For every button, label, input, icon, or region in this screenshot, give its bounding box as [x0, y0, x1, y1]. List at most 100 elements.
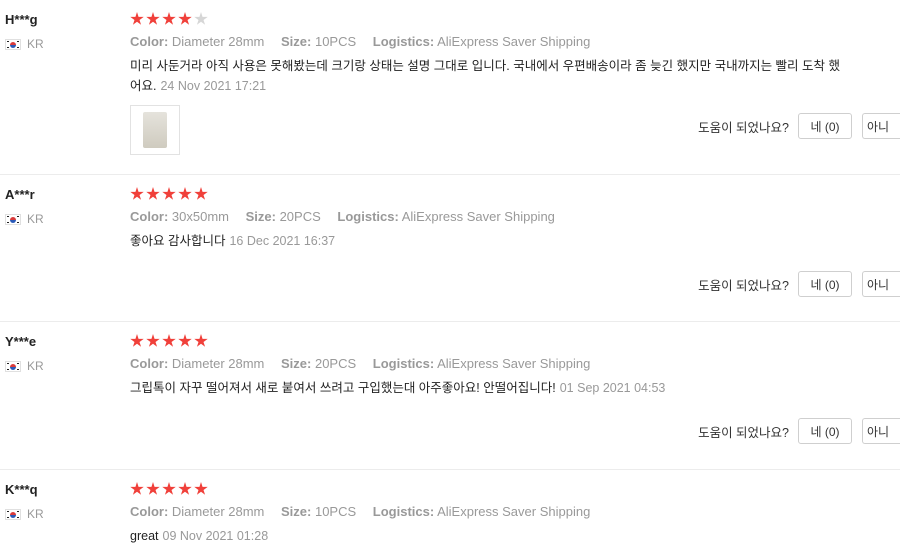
review-content: Color: 30x50mm Size: 20PCS Logistics: Al…	[130, 187, 900, 251]
review-item: K***q KR Color: Diameter 28mm Size: 10PC…	[0, 470, 900, 549]
review-item: H***g KR Color: Diameter 28mm Size: 10PC…	[0, 0, 900, 175]
size-value: 10PCS	[314, 34, 357, 49]
logistics-value: AliExpress Saver Shipping	[401, 209, 555, 224]
logistics-value: AliExpress Saver Shipping	[437, 356, 591, 371]
color-label: Color:	[130, 34, 169, 49]
helpful-question: 도움이 되었나요?	[698, 120, 789, 135]
size-label: Size:	[281, 34, 312, 49]
size-value: 20PCS	[279, 209, 321, 224]
star-filled-icon	[162, 187, 176, 200]
helpful-question: 도움이 되었나요?	[698, 425, 789, 440]
helpful-section: 도움이 되었나요? 네 (0) 아니	[698, 113, 900, 139]
star-rating	[130, 482, 900, 496]
reviewer-info: Y***e KR	[5, 334, 44, 373]
review-text: great 09 Nov 2021 01:28	[130, 526, 900, 546]
helpful-yes-button[interactable]: 네 (0)	[798, 113, 852, 139]
reviewer-country: KR	[5, 359, 44, 373]
color-label: Color:	[130, 209, 169, 224]
reviewer-country: KR	[5, 37, 44, 51]
korea-flag-icon	[5, 508, 21, 520]
reviewer-name: H***g	[5, 12, 38, 27]
reviewer-name: K***q	[5, 482, 38, 497]
size-value: 10PCS	[314, 504, 357, 519]
review-photo-thumbnail[interactable]	[130, 105, 180, 155]
review-date: 16 Dec 2021 16:37	[229, 234, 336, 248]
reviewer-name: A***r	[5, 187, 35, 202]
review-meta: Color: Diameter 28mm Size: 20PCS Logisti…	[130, 356, 900, 371]
star-empty-icon	[194, 12, 208, 25]
size-value: 20PCS	[314, 356, 357, 371]
color-value: Diameter 28mm	[171, 504, 265, 519]
star-filled-icon	[162, 12, 176, 25]
size-label: Size:	[281, 504, 312, 519]
review-date: 24 Nov 2021 17:21	[160, 79, 267, 93]
reviewer-info: K***q KR	[5, 482, 44, 521]
star-filled-icon	[146, 187, 160, 200]
logistics-label: Logistics:	[372, 34, 435, 49]
star-filled-icon	[162, 334, 176, 347]
korea-flag-icon	[5, 38, 21, 50]
helpful-yes-button[interactable]: 네 (0)	[798, 418, 852, 444]
star-filled-icon	[146, 334, 160, 347]
logistics-value: AliExpress Saver Shipping	[437, 504, 591, 519]
star-filled-icon	[178, 187, 192, 200]
review-text: 그립톡이 자꾸 떨어져서 새로 붙여서 쓰려고 구입했는대 아주좋아요! 안떨어…	[130, 378, 900, 398]
star-filled-icon	[178, 482, 192, 495]
color-label: Color:	[130, 504, 169, 519]
star-filled-icon	[130, 12, 144, 25]
helpful-no-button[interactable]: 아니	[862, 113, 900, 139]
color-value: Diameter 28mm	[171, 34, 265, 49]
helpful-yes-button[interactable]: 네 (0)	[798, 271, 852, 297]
review-content: Color: Diameter 28mm Size: 10PCS Logisti…	[130, 482, 900, 546]
reviewer-country: KR	[5, 507, 44, 521]
logistics-value: AliExpress Saver Shipping	[437, 34, 591, 49]
reviewer-info: H***g KR	[5, 12, 44, 51]
logistics-label: Logistics:	[337, 209, 399, 224]
helpful-section: 도움이 되었나요? 네 (0) 아니	[698, 271, 900, 297]
helpful-question: 도움이 되었나요?	[698, 278, 789, 293]
helpful-no-button[interactable]: 아니	[862, 418, 900, 444]
star-rating	[130, 12, 900, 26]
review-date: 01 Sep 2021 04:53	[559, 381, 666, 395]
color-value: Diameter 28mm	[171, 356, 265, 371]
review-body: great	[130, 529, 159, 543]
star-filled-icon	[130, 187, 144, 200]
review-meta: Color: Diameter 28mm Size: 10PCS Logisti…	[130, 34, 900, 49]
korea-flag-icon	[5, 213, 21, 225]
review-date: 09 Nov 2021 01:28	[162, 529, 269, 543]
reviewer-country: KR	[5, 212, 44, 226]
star-filled-icon	[178, 334, 192, 347]
star-filled-icon	[146, 482, 160, 495]
review-text: 좋아요 감사합니다 16 Dec 2021 16:37	[130, 231, 900, 251]
review-body: 좋아요 감사합니다	[130, 234, 226, 248]
review-content: Color: Diameter 28mm Size: 20PCS Logisti…	[130, 334, 900, 398]
review-body: 그립톡이 자꾸 떨어져서 새로 붙여서 쓰려고 구입했는대 아주좋아요! 안떨어…	[130, 381, 556, 395]
size-label: Size:	[245, 209, 276, 224]
review-meta: Color: Diameter 28mm Size: 10PCS Logisti…	[130, 504, 900, 519]
review-item: A***r KR Color: 30x50mm Size: 20PCS Logi…	[0, 175, 900, 322]
star-rating	[130, 334, 900, 348]
color-label: Color:	[130, 356, 169, 371]
country-code: KR	[27, 212, 44, 226]
star-rating	[130, 187, 900, 201]
review-text: 미리 사둔거라 아직 사용은 못해봤는데 크기랑 상태는 설명 그대로 입니다.…	[130, 56, 900, 96]
star-filled-icon	[178, 12, 192, 25]
logistics-label: Logistics:	[372, 356, 435, 371]
star-filled-icon	[162, 482, 176, 495]
star-filled-icon	[130, 482, 144, 495]
reviewer-name: Y***e	[5, 334, 37, 349]
star-filled-icon	[194, 187, 208, 200]
korea-flag-icon	[5, 360, 21, 372]
review-meta: Color: 30x50mm Size: 20PCS Logistics: Al…	[130, 209, 900, 224]
review-item: Y***e KR Color: Diameter 28mm Size: 20PC…	[0, 322, 900, 470]
helpful-section: 도움이 되었나요? 네 (0) 아니	[698, 418, 900, 444]
country-code: KR	[27, 507, 44, 521]
country-code: KR	[27, 359, 44, 373]
color-value: 30x50mm	[171, 209, 229, 224]
star-filled-icon	[130, 334, 144, 347]
star-filled-icon	[146, 12, 160, 25]
reviewer-info: A***r KR	[5, 187, 44, 226]
country-code: KR	[27, 37, 44, 51]
review-content: Color: Diameter 28mm Size: 10PCS Logisti…	[130, 12, 900, 96]
helpful-no-button[interactable]: 아니	[862, 271, 900, 297]
